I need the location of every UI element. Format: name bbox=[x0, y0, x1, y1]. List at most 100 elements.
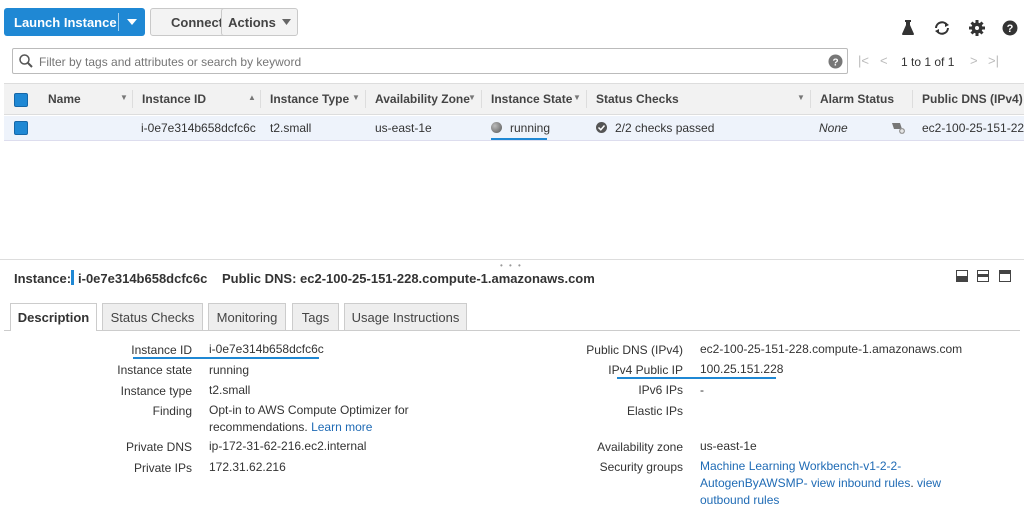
column-header-name[interactable]: Name bbox=[48, 92, 81, 106]
instance-id-label: Instance ID bbox=[131, 343, 192, 357]
private-dns-label: Private DNS bbox=[125, 440, 192, 454]
instance-id-value: i-0e7e314b658dcfc6c bbox=[209, 342, 324, 356]
public-dns-value: ec2-100-25-151-228.compute-1.amazonaws.c… bbox=[700, 342, 963, 356]
ipv4-public-ip-value: 100.25.151.228 bbox=[700, 362, 784, 376]
actions-label: Actions bbox=[228, 14, 276, 30]
sort-icon[interactable]: ▼ bbox=[573, 93, 581, 102]
status-running-icon bbox=[491, 122, 502, 133]
instance-state-label: Instance state bbox=[117, 363, 192, 377]
active-tab-cover bbox=[11, 329, 96, 331]
finding-line2: recommendations. Learn more bbox=[209, 420, 372, 434]
layout-icons bbox=[950, 270, 1011, 285]
actions-button[interactable]: Actions bbox=[221, 8, 298, 36]
svg-text:?: ? bbox=[832, 58, 838, 69]
private-ips-label: Private IPs bbox=[133, 461, 192, 475]
private-ips-value: 172.31.62.216 bbox=[209, 460, 286, 474]
tab-monitoring[interactable]: Monitoring bbox=[208, 303, 286, 330]
launch-instance-button[interactable]: Launch Instance bbox=[4, 8, 145, 36]
column-divider bbox=[912, 90, 913, 108]
sort-icon[interactable]: ▼ bbox=[120, 93, 128, 102]
ipv6-value: - bbox=[700, 383, 704, 397]
cell-instance-id: i-0e7e314b658dcfc6c bbox=[141, 121, 256, 135]
learn-more-link[interactable]: Learn more bbox=[311, 420, 372, 434]
table-row[interactable]: i-0e7e314b658dcfc6c t2.small us-east-1e … bbox=[4, 116, 1024, 141]
column-divider bbox=[810, 90, 811, 108]
outbound-rules-link[interactable]: outbound rules bbox=[700, 493, 779, 507]
search-icon bbox=[19, 54, 33, 68]
flask-icon[interactable] bbox=[898, 18, 918, 38]
tab-description[interactable]: Description bbox=[10, 303, 97, 331]
instance-id-underline bbox=[133, 357, 319, 359]
column-header-public-dns[interactable]: Public DNS (IPv4) bbox=[922, 92, 1023, 106]
column-header-status-checks[interactable]: Status Checks bbox=[596, 92, 679, 106]
layout-bottom-icon[interactable] bbox=[956, 270, 968, 282]
row-checkbox[interactable] bbox=[14, 121, 28, 135]
column-divider bbox=[260, 90, 261, 108]
sort-icon[interactable]: ▼ bbox=[468, 93, 476, 102]
help-icon[interactable]: ? bbox=[828, 54, 843, 69]
public-dns-label: Public DNS (IPv4) bbox=[586, 343, 683, 357]
finding-label: Finding bbox=[152, 404, 192, 418]
layout-full-icon[interactable] bbox=[998, 270, 1011, 282]
public-dns-header: Public DNS: ec2-100-25-151-228.compute-1… bbox=[222, 271, 595, 286]
first-page-icon[interactable]: |< bbox=[858, 53, 869, 68]
layout-split-icon[interactable] bbox=[977, 270, 990, 282]
filter-search-box[interactable]: ? bbox=[12, 48, 848, 74]
gear-icon[interactable] bbox=[967, 18, 987, 38]
instance-label: Instance: bbox=[14, 271, 72, 286]
instance-id-header: i-0e7e314b658dcfc6c bbox=[78, 271, 208, 286]
refresh-icon[interactable] bbox=[932, 18, 952, 38]
prev-page-icon[interactable]: < bbox=[880, 53, 888, 68]
elastic-ips-label: Elastic IPs bbox=[626, 404, 683, 418]
tab-status-checks[interactable]: Status Checks bbox=[102, 303, 203, 330]
column-header-instance-type[interactable]: Instance Type bbox=[270, 92, 349, 106]
state-underline bbox=[491, 138, 547, 140]
finding-line1: Opt-in to AWS Compute Optimizer for bbox=[209, 403, 409, 417]
tab-baseline bbox=[4, 330, 1020, 331]
instance-marker bbox=[71, 270, 74, 285]
security-group-line2: AutogenByAWSMP- view inbound rules. view bbox=[700, 476, 942, 490]
sort-ascending-icon[interactable]: ▲ bbox=[248, 93, 256, 102]
availability-zone-value: us-east-1e bbox=[700, 439, 757, 453]
finding-recommendations: recommendations. bbox=[209, 420, 308, 434]
next-page-icon[interactable]: > bbox=[970, 53, 978, 68]
column-divider bbox=[586, 90, 587, 108]
launch-instance-label: Launch Instance bbox=[14, 14, 117, 30]
security-groups-label: Security groups bbox=[599, 460, 683, 474]
svg-text:?: ? bbox=[1007, 23, 1014, 35]
cell-instance-type: t2.small bbox=[270, 121, 312, 135]
security-group-link-cont[interactable]: AutogenByAWSMP- bbox=[700, 476, 808, 490]
search-input[interactable] bbox=[37, 52, 821, 72]
security-group-link[interactable]: Machine Learning Workbench-v1-2-2- bbox=[700, 459, 901, 473]
panel-divider[interactable] bbox=[0, 259, 1024, 260]
private-dns-value: ip-172-31-62-216.ec2.internal bbox=[209, 439, 367, 453]
view-outbound-link[interactable]: view bbox=[917, 476, 941, 490]
tab-tags[interactable]: Tags bbox=[292, 303, 339, 330]
pager-text: 1 to 1 of 1 bbox=[901, 55, 955, 69]
last-page-icon[interactable]: >| bbox=[988, 53, 999, 68]
ipv6-label: IPv6 IPs bbox=[638, 383, 683, 397]
table-header: Name ▼ Instance ID ▲ Instance Type ▼ Ava… bbox=[4, 83, 1024, 115]
column-header-availability-zone[interactable]: Availability Zone bbox=[375, 92, 470, 106]
column-header-instance-state[interactable]: Instance State bbox=[491, 92, 572, 106]
check-circle-icon bbox=[596, 122, 607, 133]
cell-alarm-status: None bbox=[819, 121, 848, 135]
column-divider bbox=[132, 90, 133, 108]
availability-zone-label: Availability zone bbox=[597, 440, 683, 454]
column-divider bbox=[365, 90, 366, 108]
resize-grip-icon[interactable]: • • • bbox=[500, 261, 523, 270]
column-header-alarm-status[interactable]: Alarm Status bbox=[820, 92, 894, 106]
chevron-down-icon bbox=[281, 19, 291, 25]
select-all-checkbox[interactable] bbox=[14, 93, 28, 107]
caret-down-icon[interactable] bbox=[119, 19, 145, 25]
tab-usage-instructions[interactable]: Usage Instructions bbox=[344, 303, 467, 330]
cell-status-checks: 2/2 checks passed bbox=[615, 121, 715, 135]
sort-icon[interactable]: ▼ bbox=[352, 93, 360, 102]
sort-icon[interactable]: ▼ bbox=[797, 93, 805, 102]
column-header-instance-id[interactable]: Instance ID bbox=[142, 92, 206, 106]
alarm-icon[interactable] bbox=[890, 120, 906, 135]
view-inbound-rules-link[interactable]: view inbound rules bbox=[811, 476, 910, 490]
help-icon[interactable]: ? bbox=[1000, 18, 1020, 38]
ipv4-public-ip-label: IPv4 Public IP bbox=[608, 363, 683, 377]
instance-state-value: running bbox=[209, 363, 250, 377]
